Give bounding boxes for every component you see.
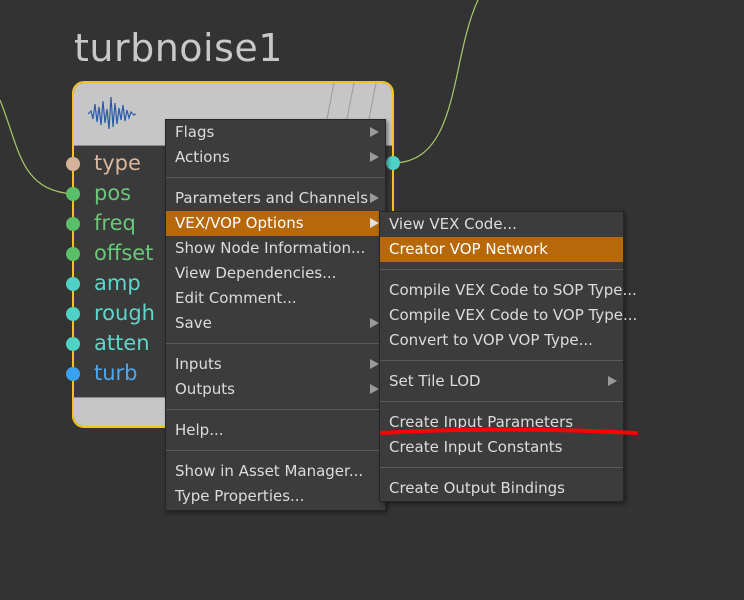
submenu-arrow-icon	[370, 218, 379, 228]
submenu-item-convert-vop-vop[interactable]: Convert to VOP VOP Type...	[380, 328, 623, 353]
submenu-item-set-tile-lod[interactable]: Set Tile LOD	[380, 369, 623, 394]
input-port-amp[interactable]	[66, 277, 80, 291]
submenu-arrow-icon	[370, 359, 379, 369]
context-menu: Flags Actions Parameters and Channels VE…	[165, 119, 386, 511]
menu-item-edit-comment[interactable]: Edit Comment...	[166, 286, 385, 311]
submenu-arrow-icon	[370, 152, 379, 162]
menu-separator	[166, 450, 385, 451]
menu-item-vex-vop-options[interactable]: VEX/VOP Options	[166, 211, 385, 236]
input-label-atten: atten	[94, 331, 150, 355]
input-label-amp: amp	[94, 271, 141, 295]
node-title: turbnoise1	[74, 26, 283, 70]
menu-item-help[interactable]: Help...	[166, 418, 385, 443]
input-port-atten[interactable]	[66, 337, 80, 351]
menu-separator	[380, 269, 623, 270]
menu-item-outputs[interactable]: Outputs	[166, 377, 385, 402]
submenu-item-creator-vop-network[interactable]: Creator VOP Network	[380, 237, 623, 262]
menu-item-show-node-info[interactable]: Show Node Information...	[166, 236, 385, 261]
submenu-arrow-icon	[370, 318, 379, 328]
input-port-freq[interactable]	[66, 217, 80, 231]
submenu-arrow-icon	[608, 376, 617, 386]
menu-separator	[166, 177, 385, 178]
input-wire	[0, 99, 74, 195]
menu-separator	[380, 401, 623, 402]
input-port-type[interactable]	[66, 157, 80, 171]
output-port[interactable]	[386, 156, 400, 170]
submenu-item-view-vex-code[interactable]: View VEX Code...	[380, 212, 623, 237]
input-label-turb: turb	[94, 361, 138, 385]
menu-separator	[166, 409, 385, 410]
menu-item-show-in-asset-manager[interactable]: Show in Asset Manager...	[166, 459, 385, 484]
menu-item-inputs[interactable]: Inputs	[166, 352, 385, 377]
input-label-pos: pos	[94, 181, 132, 205]
input-label-freq: freq	[94, 211, 136, 235]
submenu-item-compile-vex-sop[interactable]: Compile VEX Code to SOP Type...	[380, 278, 637, 303]
menu-item-parameters-channels[interactable]: Parameters and Channels	[166, 186, 385, 211]
submenu-item-compile-vex-vop[interactable]: Compile VEX Code to VOP Type...	[380, 303, 637, 328]
input-label-offset: offset	[94, 241, 154, 265]
submenu-item-create-output-bindings[interactable]: Create Output Bindings	[380, 476, 623, 501]
submenu-arrow-icon	[370, 193, 379, 203]
submenu-arrow-icon	[370, 127, 379, 137]
output-wire	[394, 0, 479, 164]
menu-separator	[380, 467, 623, 468]
input-port-offset[interactable]	[66, 247, 80, 261]
input-label-type: type	[94, 151, 141, 175]
menu-separator	[380, 360, 623, 361]
input-label-rough: rough	[94, 301, 155, 325]
menu-item-type-properties[interactable]: Type Properties...	[166, 484, 385, 509]
menu-item-flags[interactable]: Flags	[166, 120, 385, 145]
input-port-turb[interactable]	[66, 367, 80, 381]
vex-vop-submenu: View VEX Code... Creator VOP Network Com…	[379, 211, 637, 502]
menu-item-view-dependencies[interactable]: View Dependencies...	[166, 261, 385, 286]
noise-waveform-icon	[87, 96, 137, 130]
submenu-item-create-input-constants[interactable]: Create Input Constants	[380, 435, 623, 460]
menu-item-actions[interactable]: Actions	[166, 145, 385, 170]
input-port-rough[interactable]	[66, 307, 80, 321]
input-port-pos[interactable]	[66, 187, 80, 201]
submenu-arrow-icon	[370, 384, 379, 394]
menu-separator	[166, 343, 385, 344]
red-underline-annotation	[380, 427, 638, 435]
menu-item-save[interactable]: Save	[166, 311, 385, 336]
